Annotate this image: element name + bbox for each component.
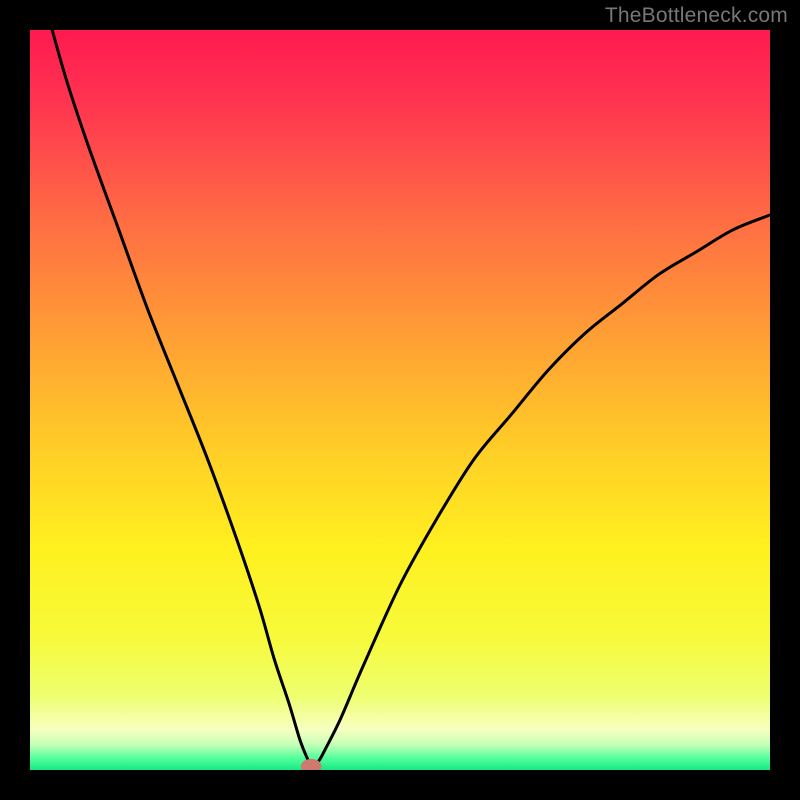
frame-border — [0, 770, 800, 800]
watermark-text: TheBottleneck.com — [605, 4, 788, 28]
frame-border — [0, 0, 30, 800]
chart-canvas — [0, 0, 800, 800]
gradient-background — [30, 30, 770, 770]
frame-border — [770, 0, 800, 800]
chart-frame: TheBottleneck.com — [0, 0, 800, 800]
